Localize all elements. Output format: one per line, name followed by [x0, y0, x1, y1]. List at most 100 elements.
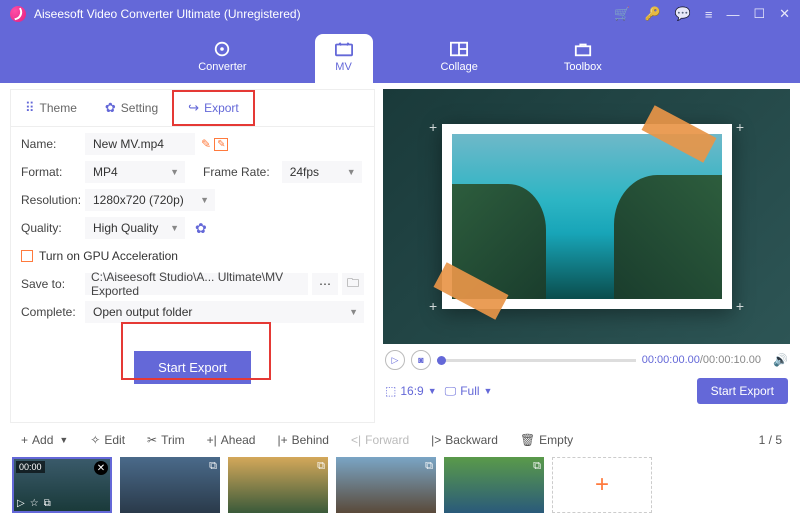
thumb-tools: ▷ ☆ ⧉ — [17, 498, 51, 509]
export-form: Name: ✎ ✎ Format: MP4▼ Frame Rate: 24fps… — [11, 127, 374, 384]
quality-label: Quality: — [21, 221, 85, 235]
empty-button[interactable]: 🗑Empty — [511, 429, 582, 451]
tab-theme[interactable]: ⠿ Theme — [11, 90, 91, 126]
thumbnail-5[interactable]: ⧉ — [444, 457, 544, 513]
resolution-label: Resolution: — [21, 193, 85, 207]
behind-button[interactable]: |+Behind — [268, 429, 338, 451]
title-bar: Aiseesoft Video Converter Ultimate (Unre… — [0, 0, 800, 28]
export-icon: ↪ — [188, 100, 199, 116]
framerate-label: Frame Rate: — [203, 165, 270, 179]
main-nav: Converter MV Collage Toolbox — [0, 28, 800, 83]
tab-setting[interactable]: ✿Setting — [91, 90, 172, 126]
crop-handle[interactable]: + — [429, 119, 437, 135]
ahead-icon: +| — [207, 433, 217, 447]
quality-settings-icon[interactable]: ✿ — [195, 220, 207, 237]
crop-handle[interactable]: + — [736, 119, 744, 135]
theme-icon: ⠿ — [25, 100, 35, 116]
close-icon[interactable]: ✕ — [779, 6, 790, 22]
format-label: Format: — [21, 165, 85, 179]
scissors-icon: ✂ — [147, 433, 157, 447]
timeline-slider[interactable] — [437, 359, 636, 362]
minimize-icon[interactable]: — — [726, 7, 739, 22]
image-icon: ⧉ — [209, 460, 217, 473]
menu-icon[interactable]: ≡ — [705, 7, 713, 22]
backward-button[interactable]: |>Backward — [422, 429, 507, 451]
chat-icon[interactable]: 💬 — [675, 6, 691, 22]
preview-options: ⬚ 16:9 ▼ 🖵 Full ▼ Start Export — [383, 376, 790, 406]
name-input[interactable] — [85, 133, 195, 155]
tab-export[interactable]: ↪ Export — [172, 90, 255, 126]
wand-icon: ✧ — [90, 433, 100, 447]
thumbnail-4[interactable]: ⧉ — [336, 457, 436, 513]
tab-theme-label: Theme — [40, 101, 77, 115]
forward-button[interactable]: <|Forward — [342, 429, 418, 451]
collage-icon — [448, 40, 470, 58]
thumb-star-icon[interactable]: ☆ — [30, 498, 39, 509]
panel-tabs: ⠿ Theme ✿Setting ↪ Export — [11, 90, 374, 127]
crop-handle[interactable]: + — [736, 298, 744, 314]
saveto-label: Save to: — [21, 277, 85, 291]
maximize-icon[interactable]: ☐ — [753, 6, 765, 22]
plus-icon: + — [21, 433, 28, 447]
thumbnail-1[interactable]: 00:00 ✕ ▷ ☆ ⧉ — [12, 457, 112, 513]
open-folder-icon[interactable]: 🗀 — [342, 273, 364, 295]
complete-label: Complete: — [21, 305, 85, 319]
thumbnail-strip: 00:00 ✕ ▷ ☆ ⧉ ⧉ ⧉ ⧉ ⧉ + — [0, 453, 800, 523]
preview-photo — [452, 134, 722, 299]
browse-button[interactable]: ⋯ — [312, 273, 338, 295]
full-screen-select[interactable]: 🖵 Full ▼ — [445, 384, 493, 399]
resolution-select[interactable]: 1280x720 (720p)▼ — [85, 189, 215, 211]
add-button[interactable]: +Add ▼ — [12, 429, 77, 451]
volume-icon[interactable]: 🔊 — [773, 353, 788, 367]
snapshot-button[interactable]: ◙ — [411, 350, 431, 370]
nav-converter-label: Converter — [198, 61, 246, 73]
app-logo — [10, 6, 26, 22]
aspect-ratio-select[interactable]: ⬚ 16:9 ▼ — [385, 384, 437, 398]
trim-button[interactable]: ✂Trim — [138, 429, 194, 451]
forward-icon: <| — [351, 433, 361, 447]
nav-mv-label: MV — [335, 61, 352, 73]
thumbnail-3[interactable]: ⧉ — [228, 457, 328, 513]
crop-handle[interactable]: + — [429, 298, 437, 314]
image-icon: ⧉ — [317, 460, 325, 473]
edit-name-icon[interactable]: ✎ — [201, 137, 211, 151]
quality-select[interactable]: High Quality▼ — [85, 217, 185, 239]
gpu-checkbox[interactable] — [21, 250, 33, 262]
backward-icon: |> — [431, 433, 441, 447]
window-controls: 🛒 🔑 💬 ≡ — ☐ ✕ — [614, 6, 790, 22]
nav-collage[interactable]: Collage — [423, 34, 496, 83]
gpu-label: Turn on GPU Acceleration — [39, 249, 178, 263]
preview-controls: ▷ ◙ 00:00:00.00/00:00:10.00 🔊 — [383, 344, 790, 376]
nav-mv[interactable]: MV — [315, 34, 373, 83]
thumb-play-icon[interactable]: ▷ — [17, 498, 25, 509]
cart-icon[interactable]: 🛒 — [614, 6, 630, 22]
format-select[interactable]: MP4▼ — [85, 161, 185, 183]
nav-converter[interactable]: Converter — [180, 34, 264, 83]
tab-export-label: Export — [204, 101, 239, 115]
preview-export-button[interactable]: Start Export — [697, 378, 788, 404]
image-icon: ⧉ — [425, 460, 433, 473]
delete-thumb-icon[interactable]: ✕ — [94, 461, 108, 475]
clip-toolbar: +Add ▼ ✧Edit ✂Trim +|Ahead |+Behind <|Fo… — [0, 423, 800, 453]
mv-icon — [333, 40, 355, 58]
behind-icon: |+ — [277, 433, 287, 447]
ahead-button[interactable]: +|Ahead — [198, 429, 265, 451]
nav-collage-label: Collage — [441, 61, 478, 73]
preview-area: + + + + ▷ ◙ 00:00:00.00/00:00:10.00 🔊 ⬚ … — [383, 89, 790, 423]
edit-button[interactable]: ✧Edit — [81, 429, 134, 451]
start-export-button[interactable]: Start Export — [134, 351, 251, 384]
add-thumbnail-button[interactable]: + — [552, 457, 652, 513]
time-display: 00:00:00.00/00:00:10.00 — [642, 354, 761, 366]
thumbnail-2[interactable]: ⧉ — [120, 457, 220, 513]
preview-canvas[interactable]: + + + + — [383, 89, 790, 344]
tab-setting-label: Setting — [121, 101, 158, 115]
thumb-duration: 00:00 — [16, 461, 45, 473]
framerate-select[interactable]: 24fps▼ — [282, 161, 362, 183]
play-button[interactable]: ▷ — [385, 350, 405, 370]
thumb-link-icon[interactable]: ⧉ — [44, 498, 51, 509]
complete-select[interactable]: Open output folder▼ — [85, 301, 364, 323]
key-icon[interactable]: 🔑 — [644, 6, 660, 22]
name-label: Name: — [21, 137, 85, 151]
rename-icon[interactable]: ✎ — [214, 138, 228, 151]
nav-toolbox[interactable]: Toolbox — [546, 34, 620, 83]
